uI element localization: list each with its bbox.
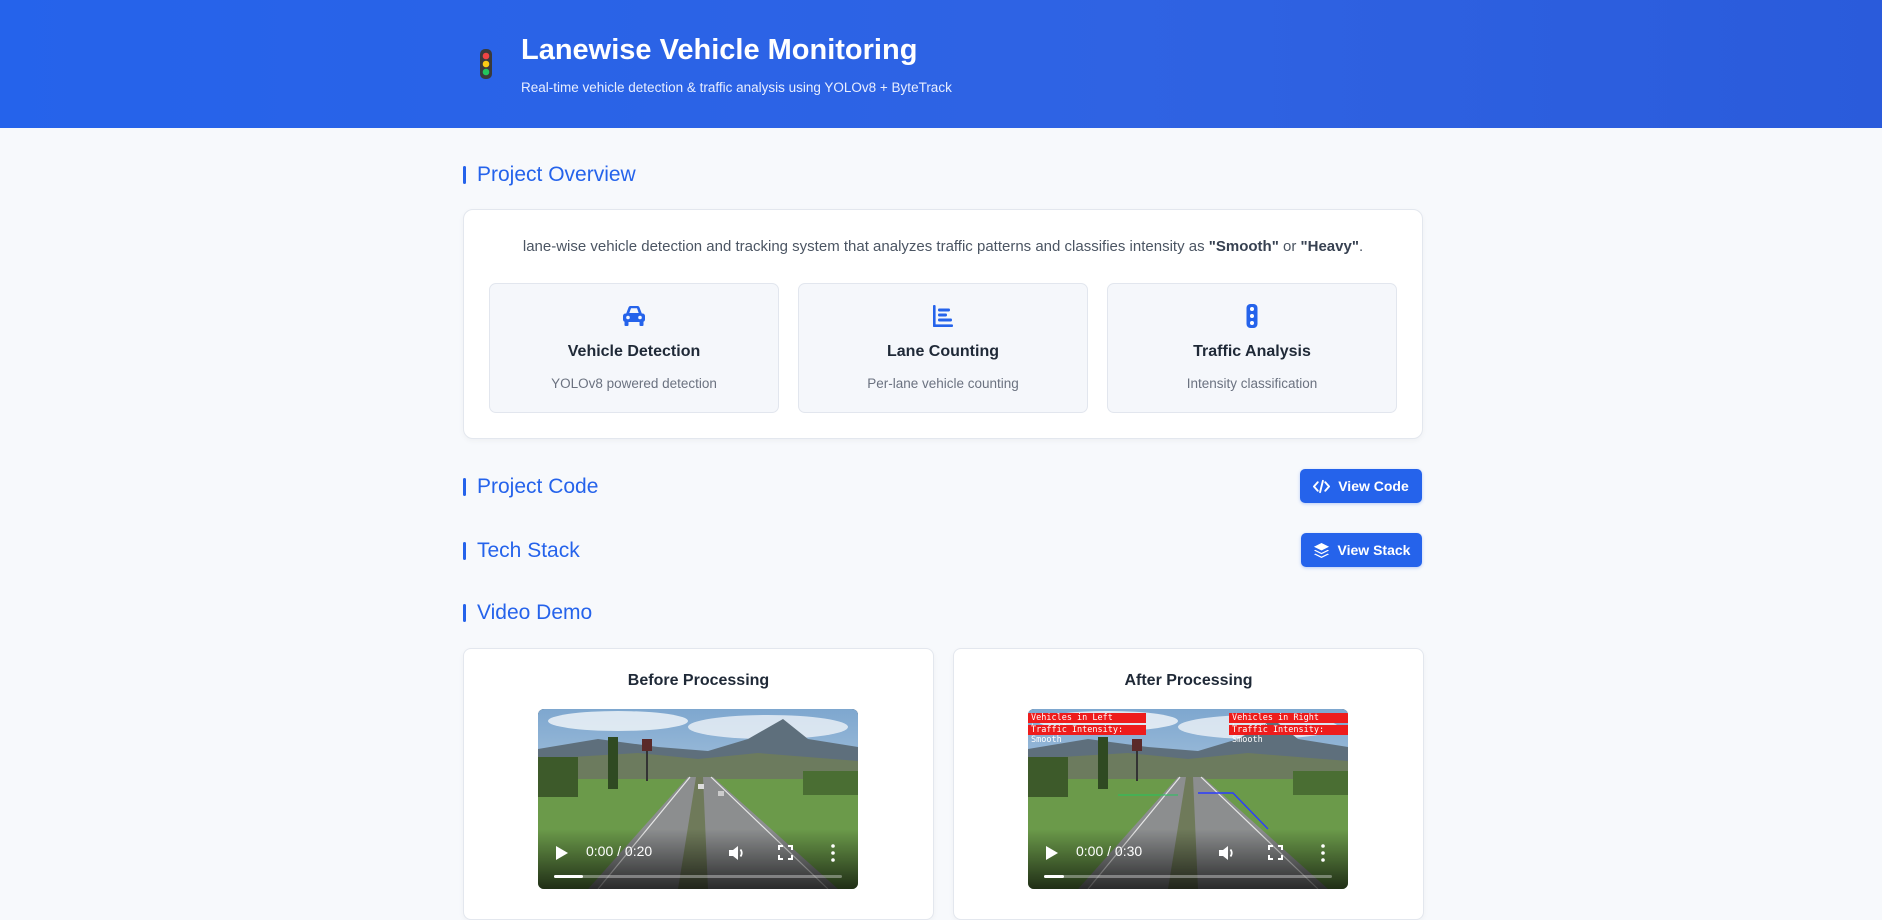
overview-description: lane-wise vehicle detection and tracking… — [464, 238, 1422, 255]
section-tech-stack: Tech Stack — [463, 539, 580, 563]
before-video-player[interactable]: 0:00 / 0:20 — [538, 709, 858, 889]
feature-description: Per-lane vehicle counting — [867, 376, 1019, 391]
section-project-overview: Project Overview — [463, 163, 636, 187]
video-time: 0:00 / 0:30 — [1076, 843, 1143, 859]
feature-description: Intensity classification — [1186, 376, 1318, 391]
page-header: Lanewise Vehicle Monitoring Real-time ve… — [0, 0, 1882, 128]
video-title: Before Processing — [627, 672, 770, 689]
description-suffix: . — [1358, 238, 1364, 255]
fullscreen-icon[interactable] — [778, 845, 793, 860]
view-stack-button[interactable]: View Stack — [1301, 533, 1422, 567]
heavy-label: "Heavy" — [1300, 238, 1359, 255]
feature-description: YOLOv8 powered detection — [551, 376, 717, 391]
video-time: 0:00 / 0:20 — [586, 843, 653, 859]
feature-card-lane-counting: Lane Counting Per-lane vehicle counting — [798, 283, 1088, 413]
section-accent-bar — [463, 166, 466, 184]
feature-title: Vehicle Detection — [567, 343, 701, 360]
overlay-left-count: Vehicles in Left Lane: 0 — [1028, 713, 1146, 733]
section-heading: Video Demo — [477, 601, 593, 624]
video-progress-bar[interactable] — [554, 875, 842, 878]
progress-fill — [554, 875, 583, 878]
description-text: lane-wise vehicle detection and tracking… — [522, 238, 1209, 255]
overlay-left-intensity: Traffic Intensity: Smooth — [1028, 725, 1146, 745]
button-label: View Code — [1338, 478, 1409, 494]
feature-title: Lane Counting — [887, 343, 999, 360]
section-heading: Tech Stack — [477, 539, 580, 562]
video-controls: 0:00 / 0:30 — [1028, 829, 1348, 889]
play-icon[interactable] — [556, 846, 568, 860]
smooth-label: "Smooth" — [1208, 238, 1279, 255]
page-subtitle: Real-time vehicle detection & traffic an… — [521, 80, 952, 95]
video-progress-bar[interactable] — [1044, 875, 1332, 878]
volume-icon[interactable] — [728, 844, 746, 862]
car-icon — [623, 306, 645, 326]
description-or: or — [1278, 238, 1301, 255]
more-options-icon[interactable] — [831, 844, 835, 862]
traffic-light-icon — [480, 49, 492, 79]
section-project-code: Project Code — [463, 475, 598, 499]
overview-card: lane-wise vehicle detection and tracking… — [463, 209, 1423, 439]
overlay-right-intensity: Traffic Intensity: Smooth — [1229, 725, 1348, 745]
button-label: View Stack — [1337, 542, 1411, 558]
video-controls: 0:00 / 0:20 — [538, 829, 858, 889]
section-heading: Project Overview — [477, 163, 636, 186]
feature-card-vehicle-detection: Vehicle Detection YOLOv8 powered detecti… — [489, 283, 779, 413]
section-heading: Project Code — [477, 475, 599, 498]
section-accent-bar — [463, 604, 466, 622]
traffic-light-icon — [1246, 304, 1258, 328]
more-options-icon[interactable] — [1321, 844, 1325, 862]
play-icon[interactable] — [1046, 846, 1058, 860]
progress-fill — [1044, 875, 1065, 878]
page-title: Lanewise Vehicle Monitoring — [521, 34, 918, 66]
after-video-player[interactable]: Vehicles in Left Lane: 0 Traffic Intensi… — [1028, 709, 1348, 889]
section-accent-bar — [463, 478, 466, 496]
video-card-before: Before Processing 0:00 / 0:20 — [463, 648, 934, 920]
code-icon — [1313, 479, 1331, 493]
fullscreen-icon[interactable] — [1268, 845, 1283, 860]
section-video-demo: Video Demo — [463, 601, 592, 625]
bar-chart-icon — [933, 305, 953, 327]
feature-title: Traffic Analysis — [1193, 343, 1311, 360]
layers-icon — [1313, 542, 1329, 558]
overlay-right-count: Vehicles in Right Lane: 0 — [1229, 713, 1348, 733]
video-title: After Processing — [1124, 672, 1253, 689]
view-code-button[interactable]: View Code — [1300, 469, 1422, 503]
volume-icon[interactable] — [1218, 844, 1236, 862]
feature-card-traffic-analysis: Traffic Analysis Intensity classificatio… — [1107, 283, 1397, 413]
section-accent-bar — [463, 542, 466, 560]
video-card-after: After Processing Vehicles in Left Traffi… — [953, 648, 1424, 920]
